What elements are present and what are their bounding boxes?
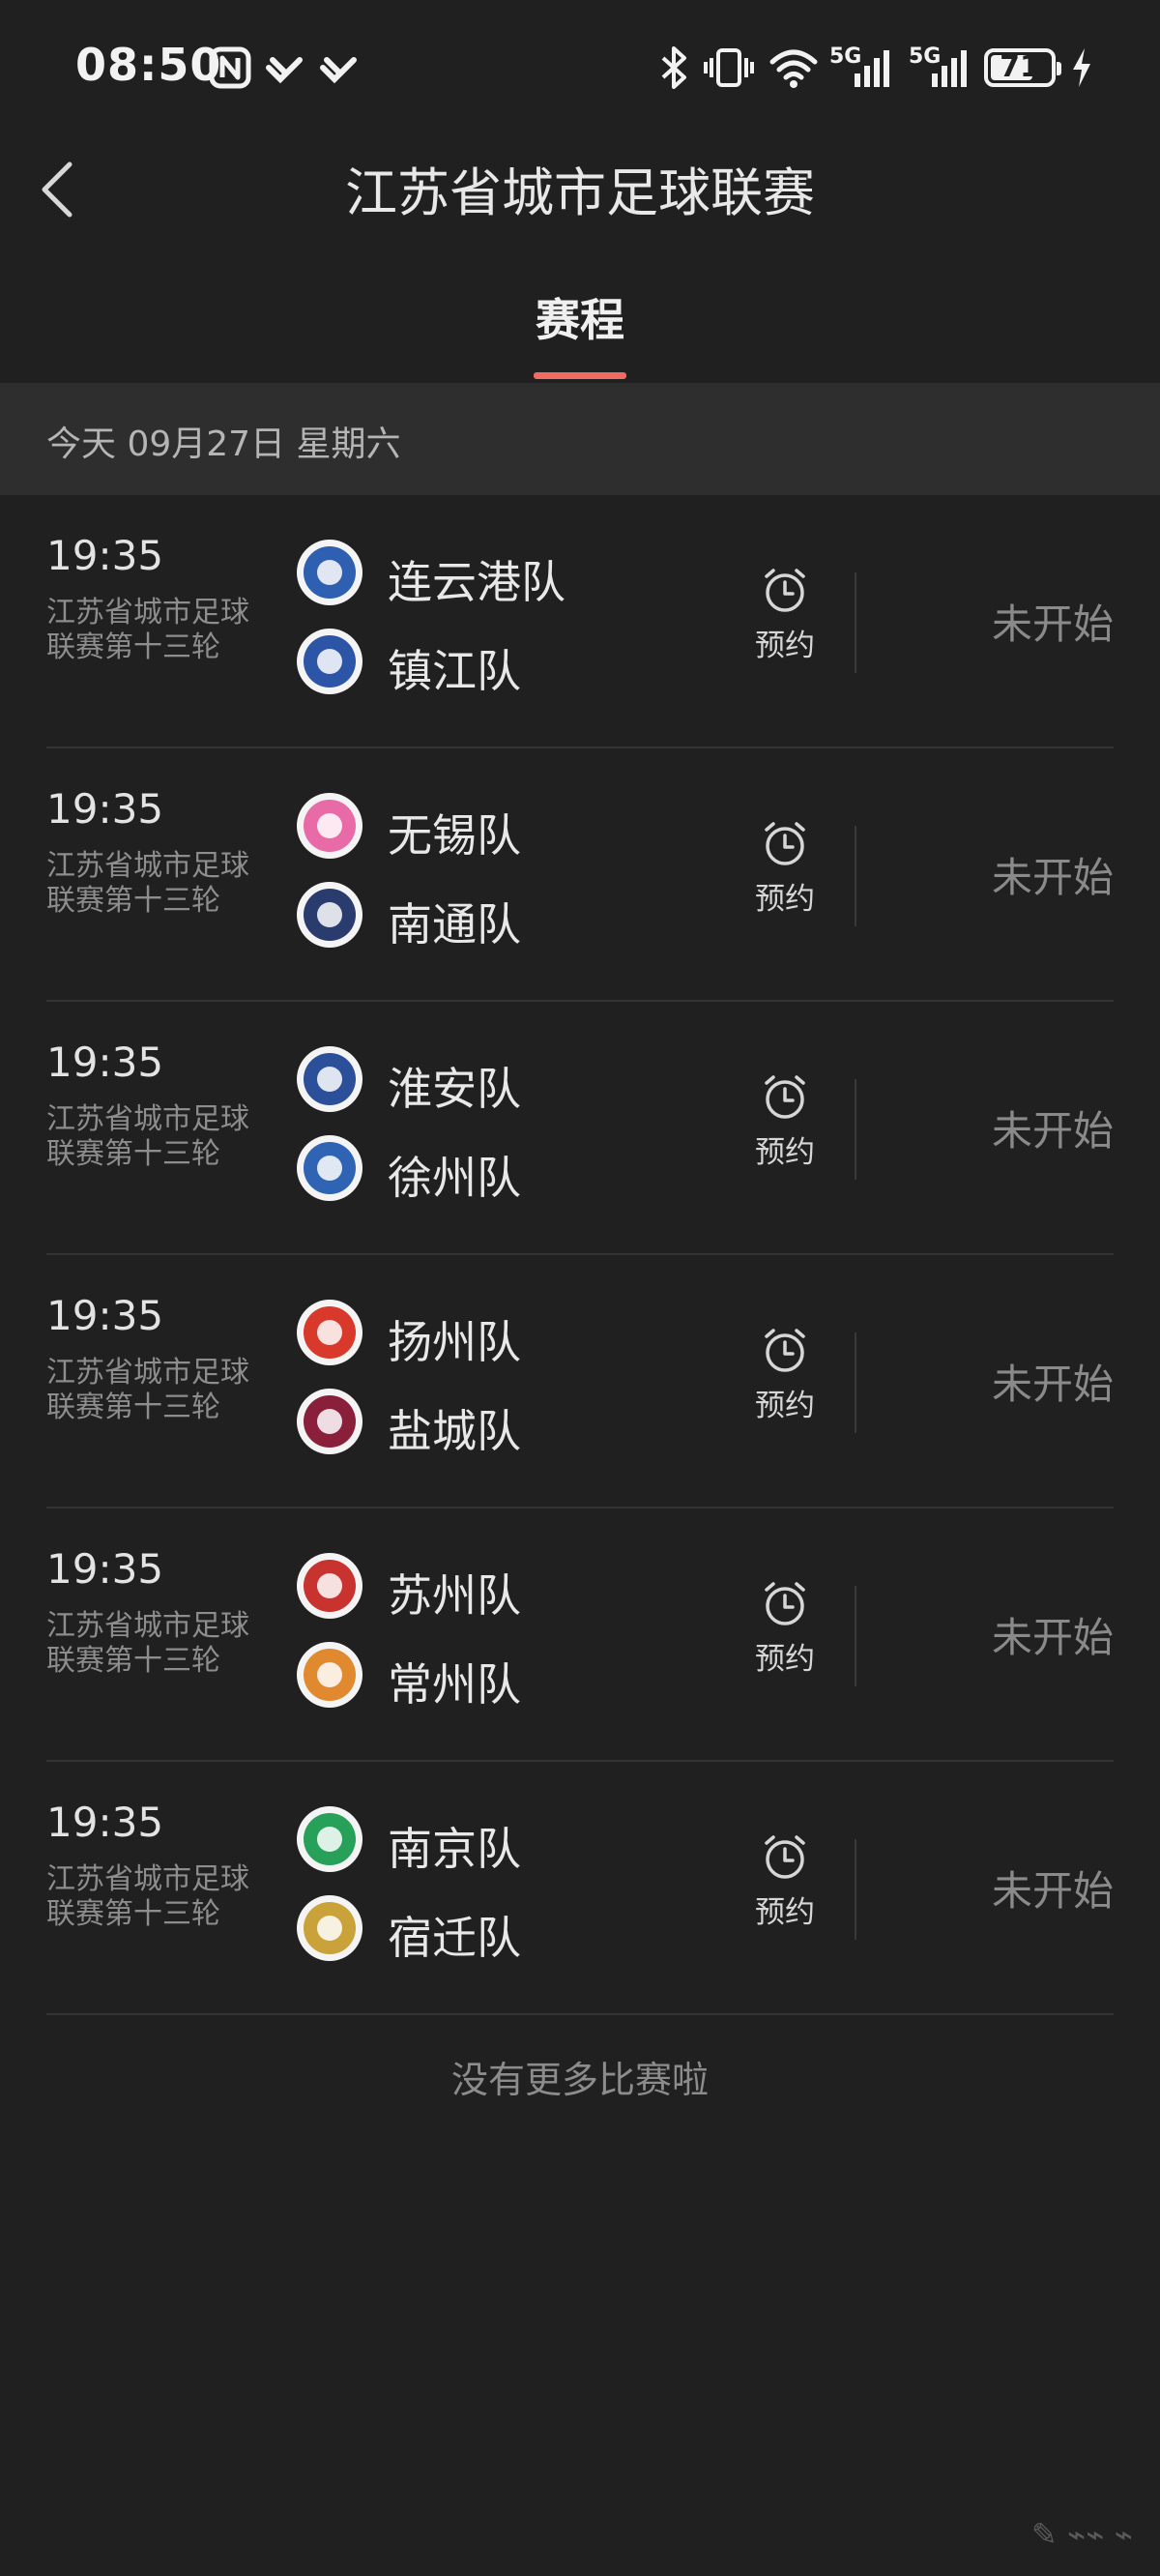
match-list: 19:35 江苏省城市足球联赛第十三轮 连云港队 镇江队 预约 未开始 19:35 江苏省城市… — [0, 495, 1160, 2015]
alarm-clock-icon — [765, 1582, 805, 1625]
match-row[interactable]: 19:35 江苏省城市足球联赛第十三轮 扬州队盐城队 预约 未开始 — [0, 1255, 1160, 1508]
reserve-button[interactable]: 预约 — [744, 567, 826, 683]
status-time: 08:50 — [75, 39, 222, 91]
match-row[interactable]: 19:35 江苏省城市足球联赛第十三轮 苏州队常州队 预约 未开始 — [0, 1508, 1160, 1762]
app-notification-icon — [320, 57, 357, 84]
reserve-label: 预约 — [755, 1135, 815, 1170]
home-team-name: 连云港队 — [388, 556, 566, 608]
match-round: 江苏省城市足球联赛第十三轮 — [46, 1609, 249, 1678]
match-status: 未开始 — [991, 600, 1114, 648]
match-row[interactable]: 19:35 江苏省城市足球联赛第十三轮 连云港队镇江队 预约 未开始 — [0, 495, 1160, 748]
match-status: 未开始 — [991, 1614, 1114, 1661]
battery-nub — [1057, 62, 1061, 75]
alarm-clock-icon — [765, 1835, 805, 1879]
match-status: 未开始 — [991, 854, 1114, 901]
match-time: 19:35 — [46, 1039, 164, 1086]
row-divider — [46, 2013, 1114, 2015]
away-team-name: 常州队 — [388, 1658, 521, 1711]
team-logo — [297, 540, 362, 605]
alarm-clock-icon — [765, 1075, 805, 1119]
away-team-name: 宿迁队 — [388, 1912, 521, 1964]
vertical-divider — [855, 1839, 856, 1940]
page-title: 江苏省城市足球联赛 — [345, 162, 815, 223]
team-logo — [297, 1806, 362, 1872]
status-bar: 08:50 5G 5G 71 — [0, 0, 1160, 145]
match-round: 江苏省城市足球联赛第十三轮 — [46, 1862, 249, 1931]
reserve-button[interactable]: 预约 — [744, 1073, 826, 1189]
vertical-divider — [855, 1332, 856, 1433]
date-header: 今天 09月27日 星期六 — [0, 383, 1160, 495]
reserve-button[interactable]: 预约 — [744, 1327, 826, 1443]
home-team-name: 扬州队 — [388, 1316, 521, 1368]
tab-schedule[interactable]: 赛程 — [503, 285, 657, 349]
alarm-clock-icon — [765, 569, 805, 612]
match-time: 19:35 — [46, 785, 164, 833]
team-logo — [297, 1389, 362, 1454]
no-more-matches-text: 没有更多比赛啦 — [450, 2059, 709, 2101]
match-row[interactable]: 19:35 江苏省城市足球联赛第十三轮 南京队宿迁队 预约 未开始 — [0, 1762, 1160, 2015]
match-row[interactable]: 19:35 江苏省城市足球联赛第十三轮 无锡队南通队 预约 未开始 — [0, 748, 1160, 1002]
team-logo — [297, 1135, 362, 1201]
team-logo — [297, 1300, 362, 1365]
reserve-label: 预约 — [755, 1895, 815, 1930]
wifi-icon — [769, 49, 818, 88]
alarm-clock-icon — [765, 1329, 805, 1372]
battery-level-text: 71 — [1000, 50, 1040, 84]
nfc-icon — [209, 46, 251, 89]
reserve-label: 预约 — [755, 629, 815, 663]
date-text: 今天 09月27日 星期六 — [46, 424, 401, 464]
away-team-name: 南通队 — [388, 898, 521, 951]
match-time: 19:35 — [46, 1799, 164, 1846]
match-status: 未开始 — [991, 1107, 1114, 1155]
vertical-divider — [855, 1586, 856, 1686]
match-round: 江苏省城市足球联赛第十三轮 — [46, 849, 249, 918]
signal-icon — [932, 50, 967, 87]
home-team-name: 苏州队 — [388, 1569, 521, 1622]
alarm-clock-icon — [765, 822, 805, 865]
reserve-label: 预约 — [755, 1389, 815, 1423]
charging-icon — [1073, 48, 1090, 87]
signal-icon — [855, 50, 889, 87]
away-team-name: 镇江队 — [388, 645, 521, 697]
team-logo — [297, 1642, 362, 1708]
reserve-button[interactable]: 预约 — [744, 1833, 826, 1949]
battery-indicator: 71 — [984, 48, 1061, 87]
reserve-button[interactable]: 预约 — [744, 1580, 826, 1696]
bluetooth-icon — [661, 46, 686, 89]
match-round: 江苏省城市足球联赛第十三轮 — [46, 596, 249, 664]
team-logo — [297, 882, 362, 948]
match-round: 江苏省城市足球联赛第十三轮 — [46, 1102, 249, 1171]
match-status: 未开始 — [991, 1361, 1114, 1408]
home-team-name: 无锡队 — [388, 809, 521, 862]
team-logo — [297, 1046, 362, 1112]
team-logo — [297, 1895, 362, 1961]
match-time: 19:35 — [46, 532, 164, 579]
match-time: 19:35 — [46, 1545, 164, 1593]
team-logo — [297, 793, 362, 859]
vertical-divider — [855, 826, 856, 926]
team-logo — [297, 629, 362, 694]
match-row[interactable]: 19:35 江苏省城市足球联赛第十三轮 淮安队徐州队 预约 未开始 — [0, 1002, 1160, 1255]
reserve-button[interactable]: 预约 — [744, 820, 826, 936]
watermark: ✎ ⌁⌁ ⌁ — [1031, 2516, 1133, 2553]
app-notification-icon — [266, 57, 303, 84]
away-team-name: 徐州队 — [388, 1152, 521, 1204]
home-team-name: 南京队 — [388, 1823, 521, 1875]
home-team-name: 淮安队 — [388, 1063, 521, 1115]
team-logo — [297, 1553, 362, 1619]
vertical-divider — [855, 572, 856, 673]
match-round: 江苏省城市足球联赛第十三轮 — [46, 1356, 249, 1424]
vertical-divider — [855, 1079, 856, 1180]
match-status: 未开始 — [991, 1867, 1114, 1915]
tab-active-indicator — [534, 372, 626, 379]
reserve-label: 预约 — [755, 1642, 815, 1677]
vibrate-icon — [704, 48, 754, 87]
match-time: 19:35 — [46, 1292, 164, 1339]
reserve-label: 预约 — [755, 882, 815, 917]
away-team-name: 盐城队 — [388, 1405, 521, 1457]
